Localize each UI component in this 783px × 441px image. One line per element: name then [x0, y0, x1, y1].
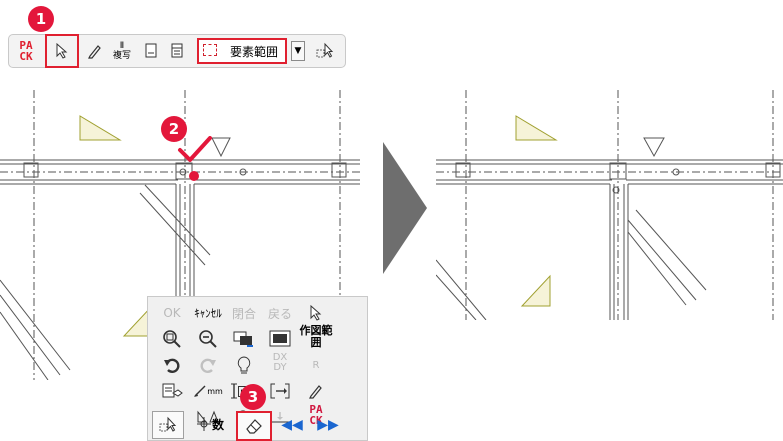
toolbar: PA CK Ⅱ 複写 要素範囲 ▼ — [8, 34, 346, 68]
command-palette: OK ｷｬﾝｾﾙ 閉合 戻る 作図範囲 DX DY R mm mm — [147, 296, 368, 441]
copy-icon: Ⅱ — [119, 41, 125, 51]
ok-button[interactable]: OK — [154, 301, 190, 325]
zoom-out-icon — [199, 330, 217, 348]
move-view-icon — [233, 331, 253, 347]
check-icon — [178, 136, 212, 162]
redo-icon — [200, 358, 216, 373]
eyedropper-icon — [309, 385, 322, 399]
zoom-in-button[interactable] — [154, 327, 190, 351]
element-select-icon — [159, 416, 177, 432]
pen-icon — [88, 45, 101, 59]
step-badge-2: 2 — [161, 116, 187, 142]
window-button[interactable] — [262, 327, 298, 351]
prev-button[interactable]: ◀◀ — [274, 413, 310, 437]
panel-icon — [171, 43, 183, 58]
copy-label: 複写 — [112, 51, 131, 61]
insert-icon — [270, 383, 290, 399]
hint-button[interactable] — [226, 353, 262, 377]
eyedropper-button[interactable] — [298, 379, 334, 403]
measure-icon — [194, 385, 206, 397]
draw-range-button[interactable]: 作図範囲 — [298, 325, 334, 349]
range-icon — [203, 44, 217, 56]
plan-after — [436, 90, 783, 320]
pack-button[interactable]: PA CK — [13, 38, 39, 64]
range-dropdown[interactable]: ▼ — [291, 41, 305, 61]
pointer-icon — [310, 305, 322, 321]
pen-button[interactable] — [85, 38, 105, 64]
eraser-button[interactable] — [236, 411, 272, 441]
element-range-label: 要素範囲 — [229, 44, 278, 59]
next-button[interactable]: ▶▶ — [310, 413, 346, 437]
element-select-icon — [316, 42, 334, 58]
move-view-button[interactable] — [226, 327, 262, 351]
numeric-input-button[interactable]: 数 — [192, 411, 228, 437]
step-badge-3: 3 — [240, 384, 266, 410]
zoom-in-icon — [163, 330, 181, 348]
chevron-down-icon: ▼ — [294, 46, 302, 56]
transition-arrow — [383, 142, 427, 274]
element-select-button[interactable] — [313, 38, 337, 64]
back-button[interactable]: 戻る — [262, 301, 298, 325]
dimension-icon — [231, 383, 238, 399]
layer-icon — [162, 383, 183, 398]
redo-button[interactable] — [190, 353, 226, 377]
measure-button[interactable]: mm — [190, 379, 226, 403]
sheet-button[interactable] — [141, 38, 161, 64]
window-icon — [269, 330, 291, 347]
step-badge-1: 1 — [28, 6, 54, 32]
pointer-icon — [56, 43, 68, 59]
pack-icon-bottom: CK — [19, 50, 33, 63]
panel-button[interactable] — [167, 38, 187, 64]
copy-button[interactable]: Ⅱ 複写 — [109, 38, 135, 64]
eraser-icon — [246, 419, 262, 434]
layer-button[interactable] — [154, 379, 190, 403]
insert-button[interactable] — [262, 379, 298, 403]
zoom-out-button[interactable] — [190, 327, 226, 351]
dy-label: DY — [273, 362, 287, 373]
undo-button[interactable] — [154, 353, 190, 377]
pointer-button[interactable] — [298, 301, 334, 325]
bulb-icon — [237, 356, 251, 374]
cancel-button[interactable]: ｷｬﾝｾﾙ — [190, 301, 226, 325]
measure-unit: mm — [207, 386, 223, 396]
dxdy-button[interactable]: DX DY — [262, 351, 298, 375]
close-loop-button[interactable]: 閉合 — [226, 301, 262, 325]
sheet-icon — [145, 43, 157, 58]
element-select-button[interactable] — [152, 411, 184, 439]
element-range-button[interactable]: 要素範囲 — [197, 38, 287, 64]
r-button[interactable]: R — [298, 353, 334, 377]
numeric-label: 数 — [211, 417, 224, 432]
select-pointer-button[interactable] — [45, 34, 79, 68]
crosshair-icon — [196, 417, 211, 431]
undo-icon — [164, 358, 180, 373]
